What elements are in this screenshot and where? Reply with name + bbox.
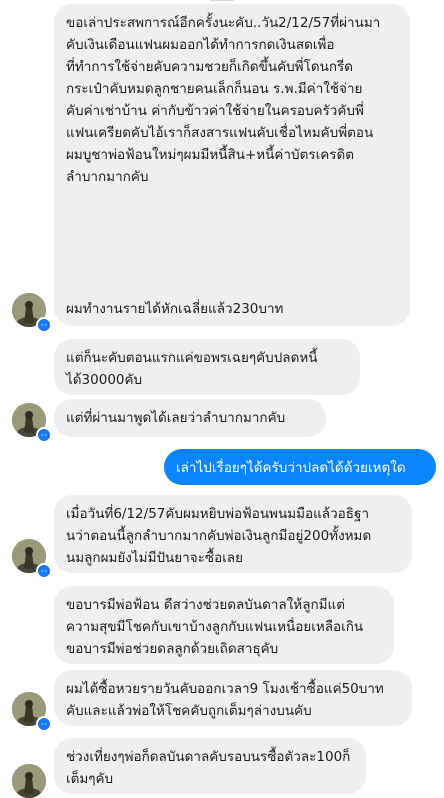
message-bubble-incoming[interactable]: ผมได้ซื้อหวยรายวันคับออกเวลา9 โมงเช้าซื้…: [54, 670, 412, 726]
buddha-statue-avatar-icon: [12, 764, 46, 798]
messenger-badge-icon: [36, 317, 52, 333]
message-bubble-incoming[interactable]: ช่วงเที่ยงๆพ่อก็ดลบันดาลคับรอบนรซื้อตัวล…: [54, 738, 366, 794]
message-bubble-outgoing[interactable]: เล่าไปเรื่อยๆได้ครับว่าปลดได้ด้วยเหตุใด: [164, 449, 436, 485]
messenger-badge-icon: [36, 716, 52, 732]
messenger-badge-icon: [36, 563, 52, 579]
message-bubble-incoming[interactable]: แต่ที่ผ่านมาพูดได้เลยว่าลำบากมากคับ: [54, 399, 326, 437]
sender-avatar[interactable]: [12, 764, 46, 798]
messenger-badge-icon: [36, 427, 52, 443]
message-bubble-incoming[interactable]: ขอเล่าประสพการณ์อีกครั้งนะคับ..วัน2/12/5…: [54, 4, 410, 326]
message-bubble-incoming[interactable]: แต่ก็นะคับตอนแรกแค่ขอพรเฉยๆคับปลดหนี้ ได…: [54, 339, 360, 395]
top-divider: [210, 0, 234, 1]
message-bubble-incoming[interactable]: ขอบารมีพ่อฟ้อน ดีสว่างช่วยดลบันดาลให้ลูก…: [54, 586, 394, 664]
message-bubble-incoming[interactable]: เมื่อวันที่6/12/57คับผมหยิบพ่อฟ้อนพนมมือ…: [54, 495, 412, 573]
